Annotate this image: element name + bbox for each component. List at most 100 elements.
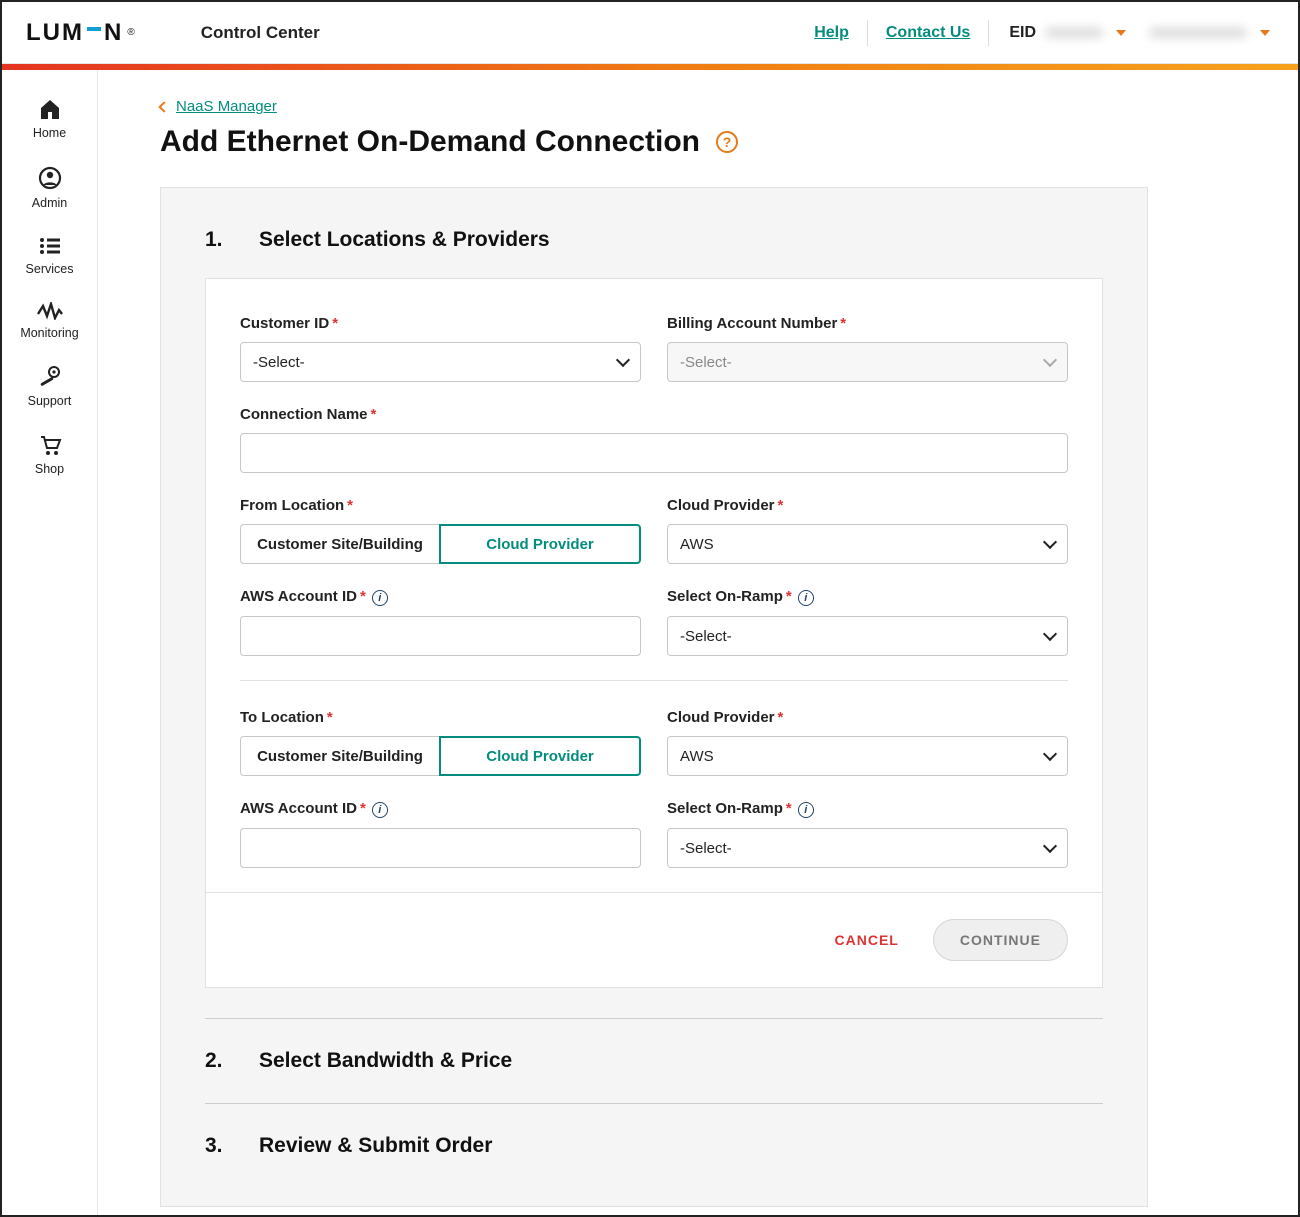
to-location-toggle: Customer Site/Building Cloud Provider [240,736,641,776]
chevron-down-icon [1043,627,1057,641]
chevron-left-icon [158,101,169,112]
chevron-down-icon [1043,747,1057,761]
sidebar-item-label: Shop [35,462,64,476]
sidebar-item-support[interactable]: Support [2,352,97,420]
to-location-site-button[interactable]: Customer Site/Building [240,736,440,776]
cloud-provider-from-select[interactable]: AWS [667,524,1068,564]
logo-bar-icon [87,27,101,31]
eid-label: EID [1009,24,1036,42]
card-footer: CANCEL CONTINUE [206,892,1102,987]
logo-trademark: ® [127,27,134,38]
on-ramp-from-select[interactable]: -Select- [667,616,1068,656]
from-location-site-button[interactable]: Customer Site/Building [240,524,440,564]
sidebar-item-monitoring[interactable]: Monitoring [2,288,97,352]
page-help-icon[interactable]: ? [716,131,738,153]
home-icon [38,98,62,120]
step-3-header[interactable]: 3. Review & Submit Order [205,1103,1103,1158]
sidebar-item-label: Support [28,394,72,408]
step-title: Select Bandwidth & Price [259,1049,512,1073]
from-location-label: From Location* [240,497,641,514]
logo-text: N [104,19,123,47]
aws-account-to-input[interactable] [253,829,628,867]
top-bar: LUM N ® Control Center Help Contact Us EID… [2,2,1298,64]
aws-account-from-input-wrap [240,616,641,656]
breadcrumb-label: NaaS Manager [176,98,277,115]
continue-button[interactable]: CONTINUE [933,919,1068,961]
info-icon[interactable]: i [372,590,388,606]
logo: LUM N ® [26,19,135,47]
aws-account-from-input[interactable] [253,617,628,655]
info-icon[interactable]: i [372,802,388,818]
info-icon[interactable]: i [798,802,814,818]
sidebar-item-services[interactable]: Services [2,222,97,288]
step-number: 2. [205,1049,229,1073]
select-value: -Select- [680,840,732,857]
step-number: 3. [205,1134,229,1158]
user-icon [38,166,62,190]
list-icon [38,236,62,256]
page-title: Add Ethernet On-Demand Connection [160,125,700,159]
connection-name-label: Connection Name* [240,406,1068,423]
info-icon[interactable]: i [798,590,814,606]
contact-us-link[interactable]: Contact Us [868,24,988,42]
connection-name-input-wrap [240,433,1068,473]
aws-account-from-label: AWS Account ID*i [240,588,641,606]
select-value: AWS [680,536,714,553]
chevron-down-icon [616,353,630,367]
select-value: AWS [680,748,714,765]
pulse-icon [37,302,63,320]
main-content: NaaS Manager Add Ethernet On-Demand Conn… [98,70,1298,1215]
logo-text: LUM [26,19,84,47]
customer-id-label: Customer ID* [240,315,641,332]
select-value: -Select- [253,354,305,371]
section-divider [240,680,1068,681]
cloud-provider-to-label: Cloud Provider* [667,709,1068,726]
from-location-toggle: Customer Site/Building Cloud Provider [240,524,641,564]
sidebar-item-label: Monitoring [20,326,78,340]
to-location-cloud-button[interactable]: Cloud Provider [439,736,641,776]
chevron-down-icon [1043,839,1057,853]
sidebar-item-label: Admin [32,196,67,210]
sidebar: Home Admin Services Monitoring Support S… [2,70,98,1215]
select-value: -Select- [680,354,732,371]
step-title: Select Locations & Providers [259,228,550,252]
chevron-down-icon [1260,30,1270,36]
billing-account-label: Billing Account Number* [667,315,1068,332]
on-ramp-from-label: Select On-Ramp*i [667,588,1068,606]
step-number: 1. [205,228,229,252]
billing-account-select[interactable]: -Select- [667,342,1068,382]
sidebar-item-label: Home [33,126,66,140]
wizard-panel: 1. Select Locations & Providers Customer… [160,187,1148,1207]
breadcrumb-back[interactable]: NaaS Manager [160,98,1148,115]
account-dropdown[interactable]: xxxxxxxxxxxx [1126,24,1270,42]
chevron-down-icon [1043,535,1057,549]
on-ramp-to-label: Select On-Ramp*i [667,800,1068,818]
step-1-header: 1. Select Locations & Providers [205,228,1103,252]
account-value: xxxxxxxxxxxx [1150,24,1246,42]
select-value: -Select- [680,628,732,645]
chevron-down-icon [1116,30,1126,36]
cloud-provider-to-select[interactable]: AWS [667,736,1068,776]
eid-value: xxxxxxx [1046,24,1102,42]
sidebar-item-shop[interactable]: Shop [2,420,97,488]
gear-wrench-icon [38,366,62,388]
step-title: Review & Submit Order [259,1134,492,1158]
sidebar-item-home[interactable]: Home [2,84,97,152]
sidebar-item-label: Services [26,262,74,276]
chevron-down-icon [1043,353,1057,367]
eid-dropdown[interactable]: EID xxxxxxx [989,24,1126,42]
help-link[interactable]: Help [796,24,867,42]
customer-id-select[interactable]: -Select- [240,342,641,382]
cancel-button[interactable]: CANCEL [835,932,899,948]
on-ramp-to-select[interactable]: -Select- [667,828,1068,868]
aws-account-to-input-wrap [240,828,641,868]
step-2-header[interactable]: 2. Select Bandwidth & Price [205,1018,1103,1073]
to-location-label: To Location* [240,709,641,726]
aws-account-to-label: AWS Account ID*i [240,800,641,818]
sidebar-item-admin[interactable]: Admin [2,152,97,222]
connection-name-input[interactable] [253,434,1055,472]
cart-icon [38,434,62,456]
from-location-cloud-button[interactable]: Cloud Provider [439,524,641,564]
cloud-provider-from-label: Cloud Provider* [667,497,1068,514]
app-title: Control Center [201,23,320,43]
